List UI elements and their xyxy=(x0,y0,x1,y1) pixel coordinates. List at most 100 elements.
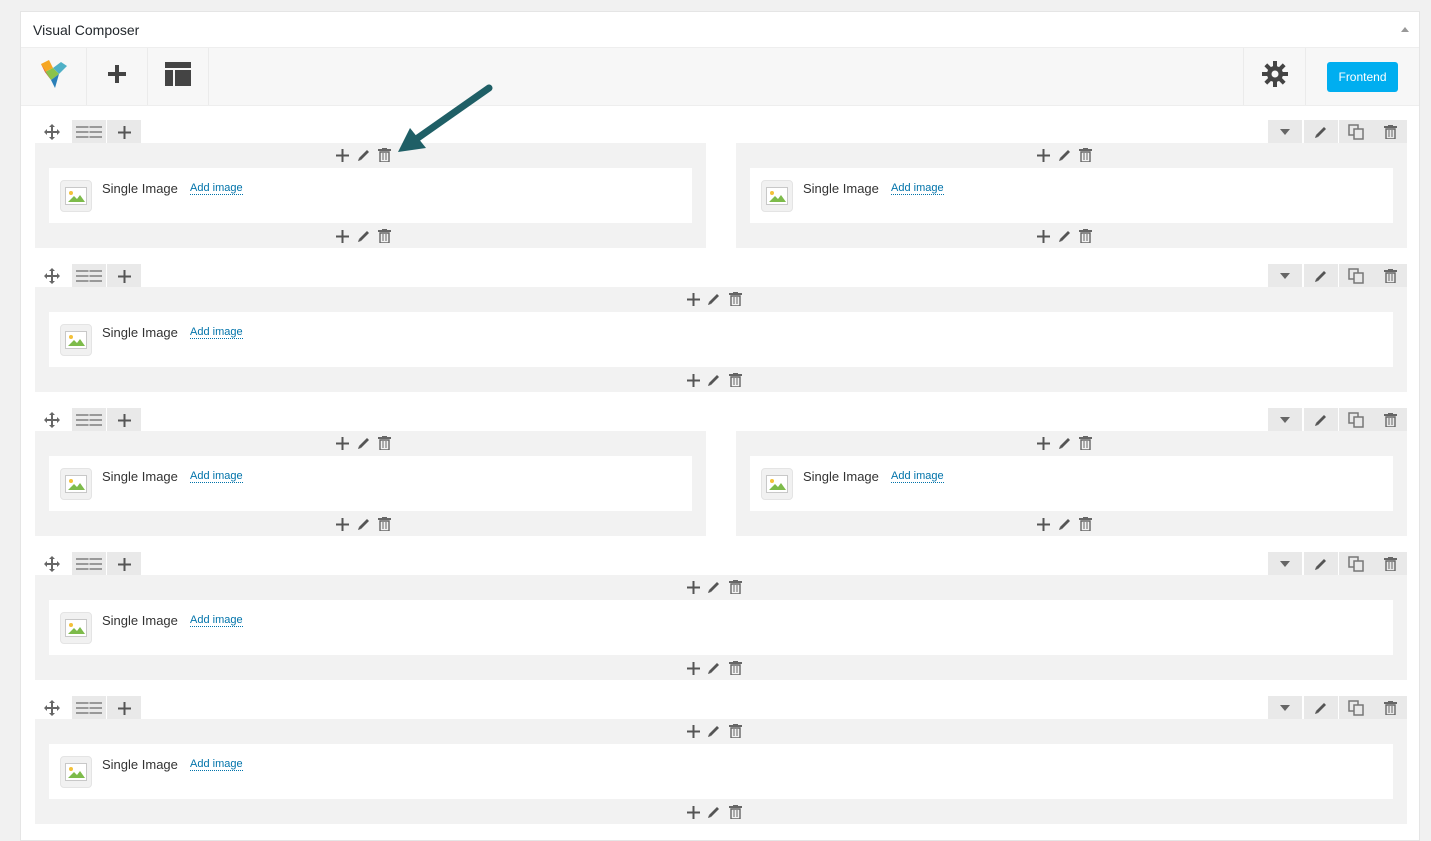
delete-row-trash-icon[interactable] xyxy=(1373,120,1407,144)
delete-row-trash-icon[interactable] xyxy=(1373,264,1407,288)
add-element-plus-icon[interactable] xyxy=(336,436,350,450)
add-image-link[interactable]: Add image xyxy=(190,182,243,195)
toggle-caret-icon[interactable] xyxy=(1268,408,1302,432)
delete-trash-icon[interactable] xyxy=(1079,517,1093,531)
move-icon[interactable] xyxy=(35,264,69,288)
add-element-plus-icon[interactable] xyxy=(686,661,700,675)
add-image-link[interactable]: Add image xyxy=(190,326,243,339)
single-image-element[interactable]: Single Image Add image xyxy=(49,600,1393,655)
add-element-plus-icon[interactable] xyxy=(686,724,700,738)
add-column-plus-icon[interactable] xyxy=(107,696,141,720)
add-element-plus-icon[interactable] xyxy=(686,805,700,819)
edit-pencil-icon[interactable] xyxy=(707,661,721,675)
single-image-element[interactable]: Single Image Add image xyxy=(750,168,1393,223)
clone-row-icon[interactable] xyxy=(1339,696,1373,720)
move-icon[interactable] xyxy=(35,696,69,720)
add-column-plus-icon[interactable] xyxy=(107,552,141,576)
delete-trash-icon[interactable] xyxy=(728,724,742,738)
add-element-plus-icon[interactable] xyxy=(1037,148,1051,162)
move-icon[interactable] xyxy=(35,408,69,432)
add-element-plus-icon[interactable] xyxy=(336,148,350,162)
add-element-plus-icon[interactable] xyxy=(686,373,700,387)
add-column-plus-icon[interactable] xyxy=(107,408,141,432)
single-image-element[interactable]: Single Image Add image xyxy=(49,744,1393,799)
edit-row-pencil-icon[interactable] xyxy=(1304,264,1338,288)
edit-pencil-icon[interactable] xyxy=(707,805,721,819)
delete-trash-icon[interactable] xyxy=(378,517,392,531)
column: Single Image Add image xyxy=(736,431,1407,536)
single-image-element[interactable]: Single Image Add image xyxy=(49,168,692,223)
single-image-element[interactable]: Single Image Add image xyxy=(49,456,692,511)
delete-trash-icon[interactable] xyxy=(728,292,742,306)
layout-columns-icon[interactable] xyxy=(72,408,106,432)
edit-pencil-icon[interactable] xyxy=(1058,148,1072,162)
vc-logo-button[interactable] xyxy=(21,48,87,105)
clone-row-icon[interactable] xyxy=(1339,552,1373,576)
add-element-plus-icon[interactable] xyxy=(686,292,700,306)
delete-row-trash-icon[interactable] xyxy=(1373,696,1407,720)
clone-row-icon[interactable] xyxy=(1339,408,1373,432)
layout-columns-icon[interactable] xyxy=(72,696,106,720)
delete-trash-icon[interactable] xyxy=(1079,229,1093,243)
delete-trash-icon[interactable] xyxy=(728,373,742,387)
edit-pencil-icon[interactable] xyxy=(357,229,371,243)
add-element-plus-icon[interactable] xyxy=(336,517,350,531)
single-image-element[interactable]: Single Image Add image xyxy=(750,456,1393,511)
edit-pencil-icon[interactable] xyxy=(1058,229,1072,243)
annotation-arrow-icon xyxy=(398,84,493,152)
edit-pencil-icon[interactable] xyxy=(357,148,371,162)
add-element-plus-icon[interactable] xyxy=(686,580,700,594)
delete-row-trash-icon[interactable] xyxy=(1373,408,1407,432)
single-image-element[interactable]: Single Image Add image xyxy=(49,312,1393,367)
delete-trash-icon[interactable] xyxy=(378,436,392,450)
add-element-button[interactable] xyxy=(87,48,148,105)
move-icon[interactable] xyxy=(35,552,69,576)
settings-button[interactable] xyxy=(1243,48,1305,105)
edit-pencil-icon[interactable] xyxy=(707,373,721,387)
layout-columns-icon[interactable] xyxy=(72,264,106,288)
add-image-link[interactable]: Add image xyxy=(190,470,243,483)
add-element-plus-icon[interactable] xyxy=(1037,517,1051,531)
column: Single Image Add image xyxy=(35,287,1407,392)
add-image-link[interactable]: Add image xyxy=(891,470,944,483)
edit-row-pencil-icon[interactable] xyxy=(1304,408,1338,432)
delete-trash-icon[interactable] xyxy=(728,805,742,819)
templates-button[interactable] xyxy=(148,48,209,105)
edit-pencil-icon[interactable] xyxy=(357,517,371,531)
toggle-caret-icon[interactable] xyxy=(1268,552,1302,576)
add-image-link[interactable]: Add image xyxy=(190,758,243,771)
frontend-button[interactable]: Frontend xyxy=(1327,61,1398,92)
move-icon[interactable] xyxy=(35,120,69,144)
edit-pencil-icon[interactable] xyxy=(707,724,721,738)
toggle-caret-icon[interactable] xyxy=(1268,696,1302,720)
add-image-link[interactable]: Add image xyxy=(891,182,944,195)
delete-trash-icon[interactable] xyxy=(1079,436,1093,450)
add-image-link[interactable]: Add image xyxy=(190,614,243,627)
delete-trash-icon[interactable] xyxy=(728,661,742,675)
delete-trash-icon[interactable] xyxy=(378,148,392,162)
delete-trash-icon[interactable] xyxy=(728,580,742,594)
edit-pencil-icon[interactable] xyxy=(357,436,371,450)
delete-row-trash-icon[interactable] xyxy=(1373,552,1407,576)
toggle-caret-icon[interactable] xyxy=(1268,120,1302,144)
add-column-plus-icon[interactable] xyxy=(107,120,141,144)
clone-row-icon[interactable] xyxy=(1339,120,1373,144)
edit-pencil-icon[interactable] xyxy=(1058,517,1072,531)
layout-columns-icon[interactable] xyxy=(72,552,106,576)
delete-trash-icon[interactable] xyxy=(378,229,392,243)
edit-pencil-icon[interactable] xyxy=(707,292,721,306)
toggle-caret-icon[interactable] xyxy=(1268,264,1302,288)
edit-pencil-icon[interactable] xyxy=(1058,436,1072,450)
add-element-plus-icon[interactable] xyxy=(1037,436,1051,450)
edit-row-pencil-icon[interactable] xyxy=(1304,120,1338,144)
add-column-plus-icon[interactable] xyxy=(107,264,141,288)
clone-row-icon[interactable] xyxy=(1339,264,1373,288)
edit-pencil-icon[interactable] xyxy=(707,580,721,594)
collapse-arrow-icon[interactable] xyxy=(1401,27,1409,32)
delete-trash-icon[interactable] xyxy=(1079,148,1093,162)
edit-row-pencil-icon[interactable] xyxy=(1304,552,1338,576)
add-element-plus-icon[interactable] xyxy=(336,229,350,243)
layout-columns-icon[interactable] xyxy=(72,120,106,144)
edit-row-pencil-icon[interactable] xyxy=(1304,696,1338,720)
add-element-plus-icon[interactable] xyxy=(1037,229,1051,243)
